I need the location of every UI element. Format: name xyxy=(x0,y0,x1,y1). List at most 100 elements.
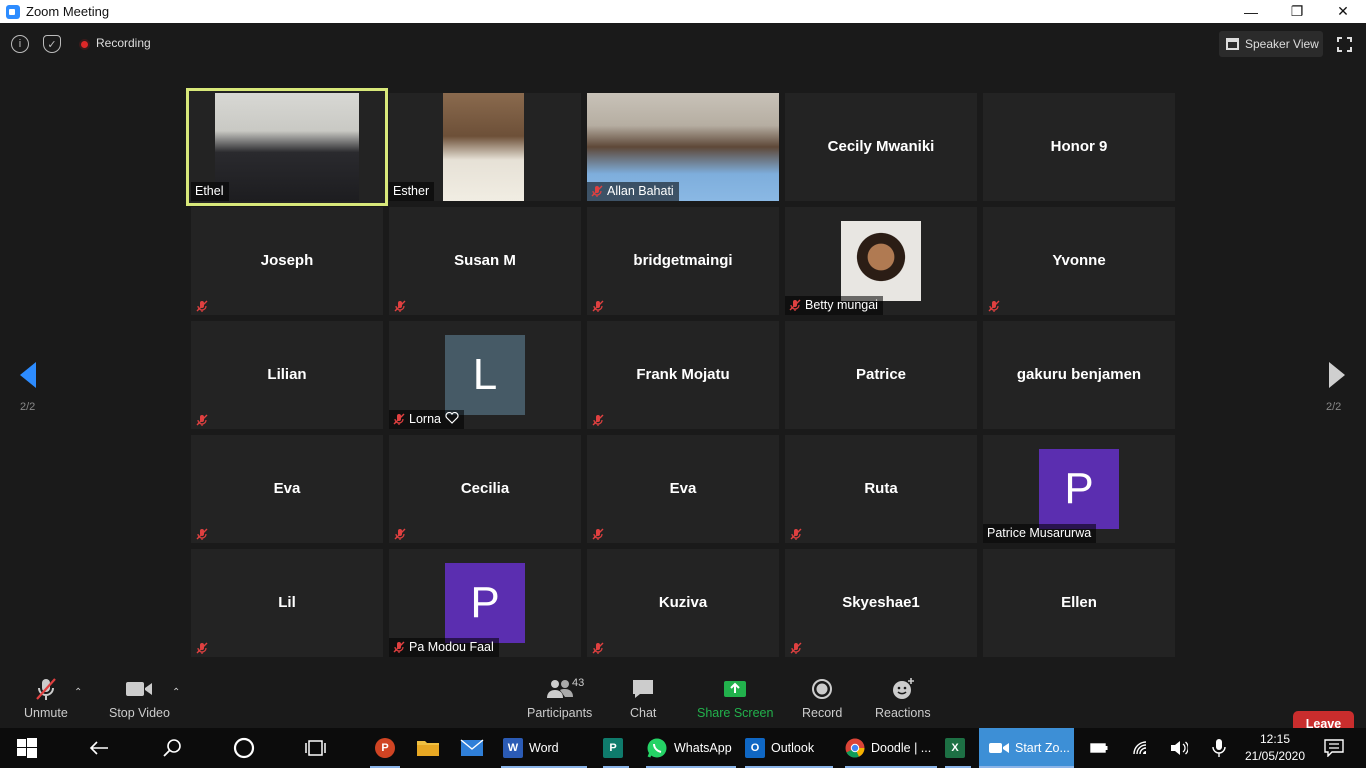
search-button[interactable] xyxy=(162,728,182,768)
start-button[interactable] xyxy=(17,728,37,768)
participant-tile[interactable]: Lilian xyxy=(191,321,383,429)
participant-profile-photo xyxy=(841,221,921,301)
participants-label: Participants xyxy=(527,706,593,720)
chat-button[interactable]: Chat xyxy=(630,676,656,720)
taskbar-zoom-label: Start Zo... xyxy=(1015,741,1070,755)
cortana-button[interactable] xyxy=(233,728,255,768)
tray-network[interactable] xyxy=(1132,728,1150,768)
participant-tile[interactable]: Frank Mojatu xyxy=(587,321,779,429)
taskbar-outlook[interactable]: O Outlook xyxy=(745,728,833,768)
participant-tile[interactable]: Allan Bahati xyxy=(587,93,779,201)
taskbar-whatsapp[interactable]: WhatsApp xyxy=(646,728,736,768)
participant-name: Eva xyxy=(273,480,301,497)
muted-microphone-icon xyxy=(196,527,208,540)
participant-tile[interactable]: P Patrice Musarurwa xyxy=(983,435,1175,543)
participant-name: Cecilia xyxy=(460,480,510,497)
taskbar-publisher[interactable]: P xyxy=(603,728,629,768)
page-indicator-left: 2/2 xyxy=(20,401,36,413)
record-button[interactable]: Record xyxy=(802,676,842,720)
muted-microphone-icon xyxy=(592,527,604,540)
participant-tile[interactable]: Yvonne xyxy=(983,207,1175,315)
participant-tile[interactable]: Esther xyxy=(389,93,581,201)
participant-name: Patrice xyxy=(855,366,907,383)
taskbar-mail[interactable] xyxy=(460,728,484,768)
taskbar-word[interactable]: W Word xyxy=(501,728,587,768)
tray-volume[interactable] xyxy=(1170,728,1188,768)
taskbar-file-explorer[interactable] xyxy=(416,728,440,768)
participant-tile[interactable]: bridgetmaingi xyxy=(587,207,779,315)
participants-icon xyxy=(546,680,573,698)
participant-tile[interactable]: Ruta xyxy=(785,435,977,543)
previous-page-arrow-icon[interactable] xyxy=(18,360,38,390)
close-button[interactable]: ✕ xyxy=(1320,0,1366,23)
window-title: Zoom Meeting xyxy=(26,4,110,19)
participant-tile[interactable]: P Pa Modou Faal xyxy=(389,549,581,657)
participant-tile[interactable]: Patrice xyxy=(785,321,977,429)
participant-tile[interactable]: Skyeshae1 xyxy=(785,549,977,657)
share-screen-label: Share Screen xyxy=(697,706,774,720)
record-icon xyxy=(812,679,833,699)
participant-tile[interactable]: L Lorna xyxy=(389,321,581,429)
audio-options-chevron-icon[interactable]: ⌃ xyxy=(74,687,82,698)
participant-tile[interactable]: Eva xyxy=(191,435,383,543)
participant-tile[interactable]: Cecilia xyxy=(389,435,581,543)
share-screen-icon xyxy=(724,681,747,697)
taskbar-zoom[interactable]: Start Zo... xyxy=(979,728,1074,768)
minimize-button[interactable]: — xyxy=(1228,0,1274,23)
participant-name-tag: Betty mungai xyxy=(785,296,883,315)
taskbar-whatsapp-label: WhatsApp xyxy=(674,741,732,755)
video-options-chevron-icon[interactable]: ⌃ xyxy=(172,687,180,698)
info-icon[interactable]: i xyxy=(11,35,29,53)
participant-tile[interactable]: Ethel xyxy=(186,88,388,206)
participant-avatar: L xyxy=(445,335,525,415)
muted-microphone-icon xyxy=(393,413,405,425)
participant-name: Kuziva xyxy=(658,594,708,611)
heart-reaction-icon xyxy=(445,411,459,427)
speaker-view-button[interactable]: Speaker View xyxy=(1219,31,1323,57)
participant-tile[interactable]: Betty mungai xyxy=(785,207,977,315)
zoom-camera-icon xyxy=(989,743,1009,753)
participant-tile[interactable]: Joseph xyxy=(191,207,383,315)
page-indicator-right: 2/2 xyxy=(1326,401,1342,413)
unmute-label: Unmute xyxy=(24,706,68,720)
recording-label: Recording xyxy=(96,36,151,50)
participant-tile[interactable]: Eva xyxy=(587,435,779,543)
windows-logo-icon xyxy=(17,738,37,758)
back-button[interactable] xyxy=(89,728,109,768)
tray-battery[interactable] xyxy=(1090,728,1108,768)
participant-tile[interactable]: Ellen xyxy=(983,549,1175,657)
participant-tile[interactable]: Kuziva xyxy=(587,549,779,657)
task-view-button[interactable] xyxy=(305,728,327,768)
chat-label: Chat xyxy=(630,706,657,720)
participant-name: Ethel xyxy=(195,184,224,198)
unmute-button[interactable]: Unmute xyxy=(24,676,68,720)
participant-name: Frank Mojatu xyxy=(636,366,730,383)
participant-tile[interactable]: Lil xyxy=(191,549,383,657)
stop-video-button[interactable]: Stop Video xyxy=(109,676,170,720)
tray-microphone[interactable] xyxy=(1212,728,1226,768)
taskbar-powerpoint[interactable]: P xyxy=(370,728,400,768)
participant-name: Lil xyxy=(278,594,296,611)
restore-button[interactable]: ❐ xyxy=(1274,0,1320,23)
microphone-muted-icon xyxy=(36,678,56,700)
participant-tile[interactable]: Honor 9 xyxy=(983,93,1175,201)
shield-icon[interactable]: ✓ xyxy=(43,35,61,53)
participant-tile[interactable]: gakuru benjamen xyxy=(983,321,1175,429)
reactions-button[interactable]: Reactions xyxy=(875,676,931,720)
fullscreen-icon[interactable] xyxy=(1337,37,1352,52)
search-icon xyxy=(163,739,181,757)
microphone-icon xyxy=(1212,739,1226,757)
taskbar-chrome-label: Doodle | ... xyxy=(871,741,932,755)
taskbar-excel[interactable]: X xyxy=(945,728,971,768)
taskbar-chrome[interactable]: Doodle | ... xyxy=(845,728,937,768)
share-screen-button[interactable]: Share Screen xyxy=(697,676,773,720)
participant-tile[interactable]: Susan M xyxy=(389,207,581,315)
zoom-app-icon xyxy=(6,4,20,19)
action-center-button[interactable] xyxy=(1324,728,1344,768)
participant-name: Joseph xyxy=(260,252,314,269)
participant-tile[interactable]: Cecily Mwaniki xyxy=(785,93,977,201)
participant-name: Cecily Mwaniki xyxy=(827,138,935,155)
system-clock[interactable]: 12:15 21/05/2020 xyxy=(1243,731,1307,765)
next-page-arrow-icon[interactable] xyxy=(1327,360,1347,390)
participant-name-tag: Lorna xyxy=(389,410,464,429)
